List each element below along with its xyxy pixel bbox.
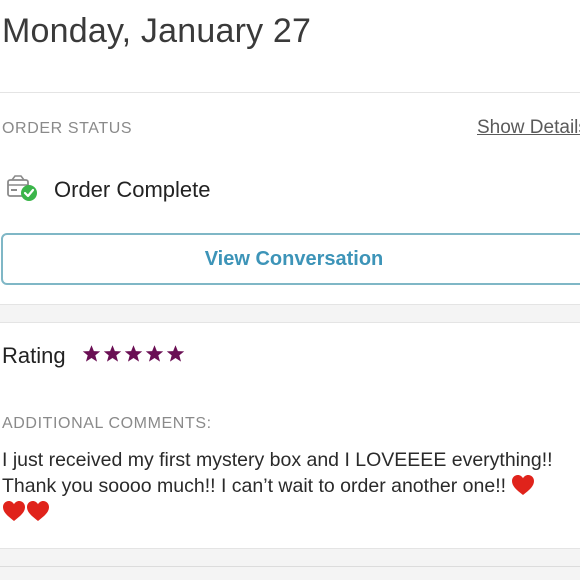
rating-label: Rating — [2, 343, 66, 368]
comment-line: Thank you soooo much!! I can’t wait to o… — [2, 475, 507, 497]
view-conversation-button[interactable]: View Conversation — [1, 233, 580, 285]
divider — [0, 92, 580, 93]
page-title: Monday, January 27 — [2, 12, 312, 50]
heart-icon — [512, 475, 535, 495]
additional-comments-label: ADDITIONAL COMMENTS: — [2, 415, 212, 432]
divider — [0, 322, 580, 323]
divider — [0, 566, 580, 567]
heart-icon — [3, 501, 25, 521]
star-icon — [103, 345, 122, 362]
hearts-row — [2, 499, 580, 525]
comment-line-2: Thank you soooo much!! I can’t wait to o… — [2, 473, 580, 499]
show-details-link[interactable]: Show Details — [477, 117, 580, 139]
comment-line: I just received my first mystery box and… — [2, 449, 553, 471]
heart-icon — [27, 501, 49, 521]
section-gap — [0, 304, 580, 322]
section-gap — [0, 548, 580, 580]
star-icon — [145, 345, 164, 362]
order-status-text: Order Complete — [54, 177, 211, 202]
rating-stars — [82, 344, 185, 363]
box-check-icon — [6, 174, 38, 204]
divider — [0, 548, 580, 549]
view-conversation-label: View Conversation — [204, 247, 384, 270]
star-icon — [124, 345, 143, 362]
star-icon — [82, 345, 101, 362]
divider — [0, 304, 580, 305]
star-icon — [166, 345, 185, 362]
order-status-label: ORDER STATUS — [2, 120, 133, 137]
comment-body: I just received my first mystery box and… — [2, 447, 580, 525]
